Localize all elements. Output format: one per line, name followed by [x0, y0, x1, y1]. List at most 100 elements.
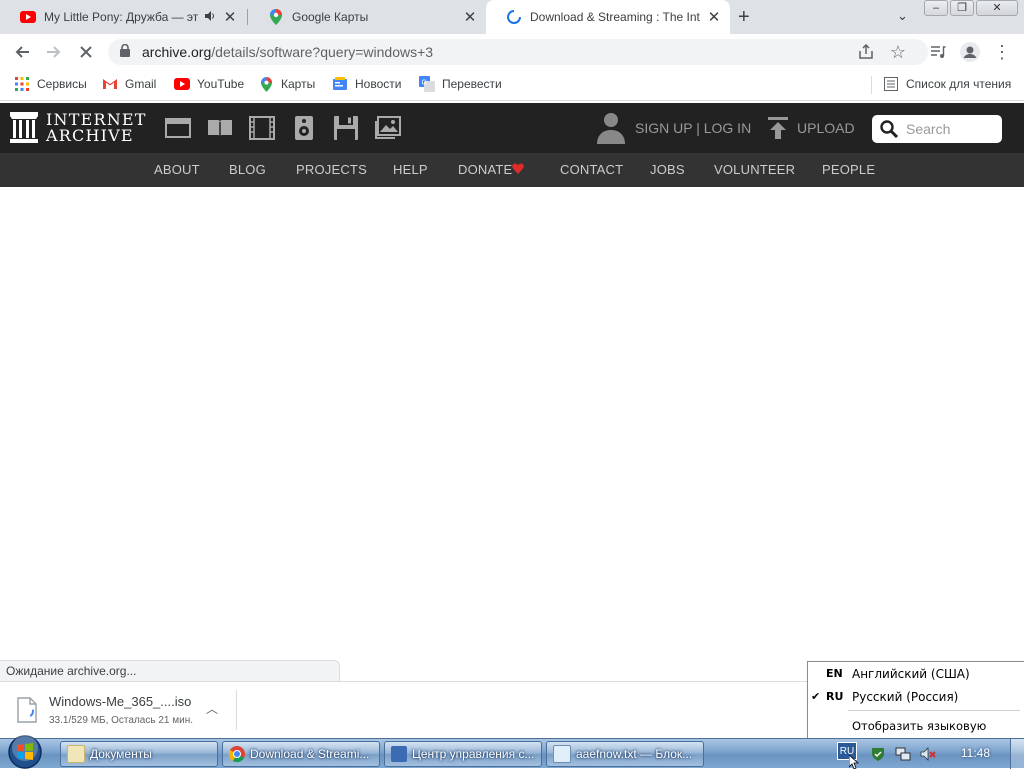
taskbar-item-notepad[interactable]: aaefnow.txt — Блок... [546, 741, 704, 767]
user-icon[interactable] [597, 112, 625, 147]
language-name: Английский (США) [852, 667, 970, 681]
notepad-icon [553, 745, 571, 763]
upload-icon[interactable] [768, 117, 788, 142]
network-icon[interactable] [895, 746, 911, 765]
volume-muted-icon[interactable] [920, 746, 936, 765]
bookmark-divider [871, 76, 872, 94]
nav-volunteer[interactable]: VOLUNTEER [714, 153, 795, 187]
search-input[interactable] [904, 120, 998, 138]
menu-separator [848, 710, 1020, 711]
nav-projects[interactable]: PROJECTS [296, 153, 367, 187]
bookmark-news[interactable]: Новости [332, 76, 401, 92]
bookmark-maps[interactable]: Карты [258, 76, 315, 92]
minimize-button[interactable]: – [924, 0, 948, 16]
profile-avatar-icon[interactable] [958, 40, 982, 64]
url-host: archive.org [142, 44, 212, 60]
archive-temple-icon [10, 112, 38, 147]
speaker-icon[interactable] [204, 10, 216, 25]
file-icon [17, 697, 37, 726]
download-item[interactable]: Windows-Me_365_....iso 33.1/529 МБ, Оста… [0, 682, 236, 738]
download-progress: 33.1/529 МБ, Осталась 21 мин. [49, 715, 194, 726]
google-maps-icon [268, 9, 284, 25]
security-shield-icon[interactable] [870, 746, 886, 765]
stop-loading-icon[interactable] [74, 40, 98, 64]
tab-close-icon[interactable]: ✕ [706, 8, 722, 26]
taskbar-label: aaefnow.txt — Блок... [576, 747, 693, 761]
nav-about[interactable]: ABOUT [154, 153, 200, 187]
nav-jobs[interactable]: JOBS [650, 153, 685, 187]
search-icon[interactable] [880, 120, 898, 138]
language-option-en[interactable]: EN Английский (США) [808, 664, 1024, 684]
youtube-icon [174, 76, 190, 92]
tab-title: My Little Pony: Дружба — это чудо [44, 10, 198, 24]
tab-internet-archive[interactable]: Download & Streaming : The Internet Arch… [486, 0, 730, 34]
svg-text:G: G [422, 80, 427, 87]
language-option-ru[interactable]: ✔ RU Русский (Россия) [808, 687, 1024, 707]
tab-close-icon[interactable]: ✕ [222, 8, 238, 26]
windows-taskbar: Документы Download & Streami... Центр уп… [0, 735, 1024, 770]
bookmark-translate[interactable]: G Перевести [419, 76, 502, 92]
gmail-icon [102, 76, 118, 92]
images-icon[interactable] [375, 116, 401, 140]
apps-grid-icon [14, 76, 30, 92]
reading-list-label: Список для чтения [906, 77, 1012, 91]
bookmark-label: Новости [355, 77, 402, 91]
tab-google-maps[interactable]: Google Карты ✕ [248, 0, 486, 34]
download-filename: Windows-Me_365_....iso [49, 694, 192, 709]
taskbar-item-control-center[interactable]: Центр управления с... [384, 741, 542, 767]
forward-arrow-icon[interactable] [42, 40, 66, 64]
video-icon[interactable] [249, 116, 275, 140]
nav-contact[interactable]: CONTACT [560, 153, 623, 187]
tab-close-icon[interactable]: ✕ [462, 8, 478, 26]
audio-icon[interactable] [291, 116, 317, 140]
tab-my-little-pony[interactable]: My Little Pony: Дружба — это чудо ✕ [0, 0, 246, 34]
software-icon[interactable] [333, 116, 359, 140]
share-icon[interactable] [854, 40, 878, 64]
ia-nav-bar: ABOUT BLOG PROJECTS HELP DONATE CONTACT … [0, 153, 1024, 187]
taskbar-item-chrome[interactable]: Download & Streami... [222, 741, 380, 767]
news-icon [332, 76, 348, 92]
new-tab-button[interactable]: + [738, 6, 750, 29]
nav-donate[interactable]: DONATE [458, 153, 512, 187]
show-desktop-button[interactable] [1010, 739, 1024, 769]
bookmark-youtube[interactable]: YouTube [174, 76, 244, 92]
nav-blog[interactable]: BLOG [229, 153, 266, 187]
reading-list-icon [883, 76, 899, 92]
url-text[interactable]: archive.org/details/software?query=windo… [142, 44, 433, 60]
chevron-up-icon[interactable]: ︿ [206, 700, 218, 717]
start-button[interactable] [6, 735, 44, 772]
clock[interactable]: 11:48 [961, 746, 990, 760]
restore-button[interactable]: ❐ [950, 0, 974, 16]
show-language-bar-option[interactable]: Отобразить языковую панель [808, 716, 1024, 753]
bookmark-label: Перевести [442, 77, 502, 91]
menu-kebab-icon[interactable]: ⋮ [990, 40, 1014, 64]
taskbar-item-documents[interactable]: Документы [60, 741, 218, 767]
sign-up-login-link[interactable]: SIGN UP | LOG IN [635, 120, 751, 136]
web-icon[interactable] [165, 116, 191, 140]
language-code: RU [826, 690, 844, 703]
bookmark-gmail[interactable]: Gmail [102, 76, 156, 92]
texts-icon[interactable] [207, 116, 233, 140]
bookmark-star-icon[interactable]: ☆ [886, 40, 910, 64]
download-divider [236, 690, 237, 730]
upload-link[interactable]: UPLOAD [797, 120, 855, 136]
nav-people[interactable]: PEOPLE [822, 153, 875, 187]
nav-help[interactable]: HELP [393, 153, 428, 187]
youtube-icon [20, 9, 36, 25]
tab-search-chevron-icon[interactable]: ⌄ [897, 8, 908, 24]
address-bar[interactable]: archive.org/details/software?query=windo… [108, 39, 928, 65]
bookmark-label: Gmail [125, 77, 157, 91]
mouse-cursor-icon [848, 754, 860, 772]
close-window-button[interactable]: ✕ [976, 0, 1018, 16]
ia-search-box[interactable] [872, 115, 1002, 143]
reading-list-button[interactable]: Список для чтения [883, 76, 1011, 92]
url-path: /details/software?query=windows+3 [211, 44, 434, 60]
lock-icon[interactable] [120, 43, 134, 60]
ia-logo-line2: ARCHIVE [46, 126, 134, 145]
back-arrow-icon[interactable] [10, 40, 34, 64]
bookmark-services[interactable]: Сервисы [14, 76, 87, 92]
loading-spinner-icon [506, 9, 522, 25]
media-playlist-icon[interactable] [926, 40, 950, 64]
tab-strip: My Little Pony: Дружба — это чудо ✕ Goog… [0, 0, 1024, 34]
language-menu: EN Английский (США) ✔ RU Русский (Россия… [807, 661, 1024, 753]
